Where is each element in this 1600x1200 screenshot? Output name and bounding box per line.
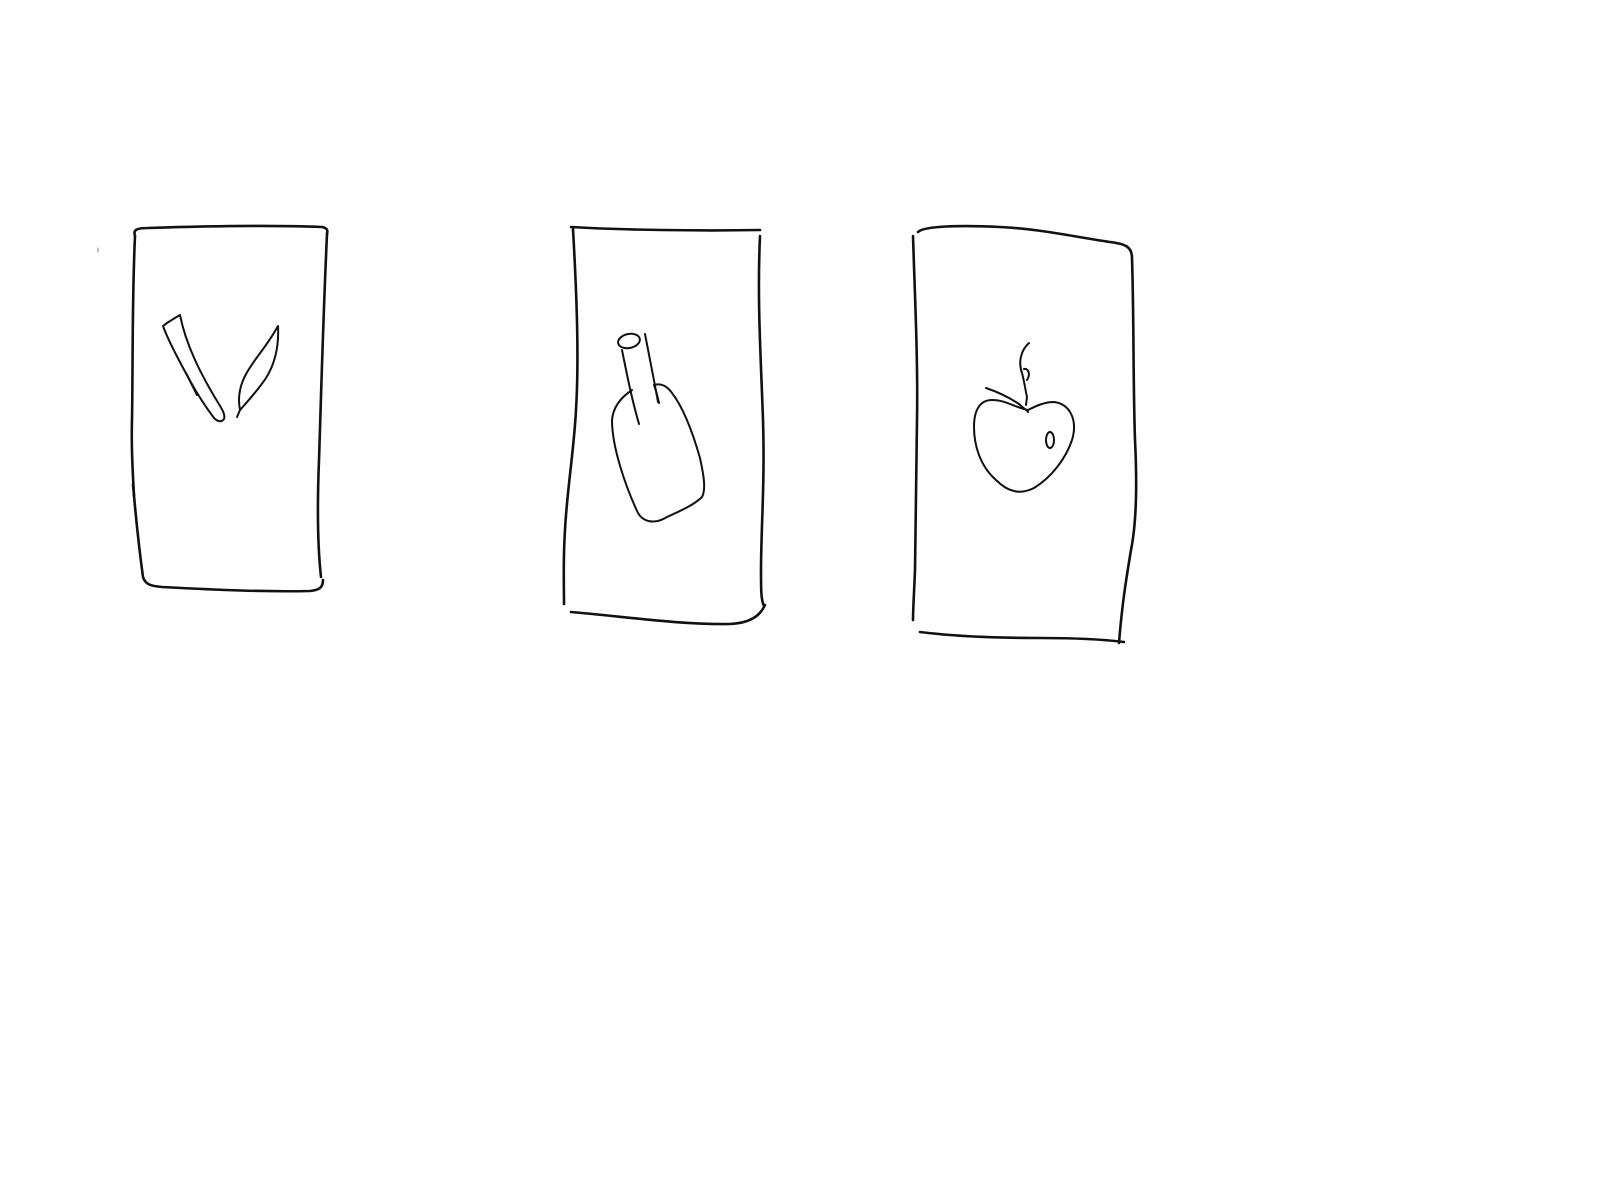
card-1-frame xyxy=(130,224,329,593)
card-1[interactable] xyxy=(130,224,329,593)
leaf-sprout-icon xyxy=(162,314,280,423)
card-2-frame xyxy=(562,225,767,626)
card-3-frame xyxy=(911,224,1138,645)
card-2[interactable] xyxy=(562,225,767,626)
sketch-drawing xyxy=(97,224,1138,645)
card-3[interactable] xyxy=(911,224,1138,645)
sketch-canvas xyxy=(0,0,1600,1200)
bottle-with-straw-icon xyxy=(611,332,706,523)
apple-icon xyxy=(973,342,1075,493)
